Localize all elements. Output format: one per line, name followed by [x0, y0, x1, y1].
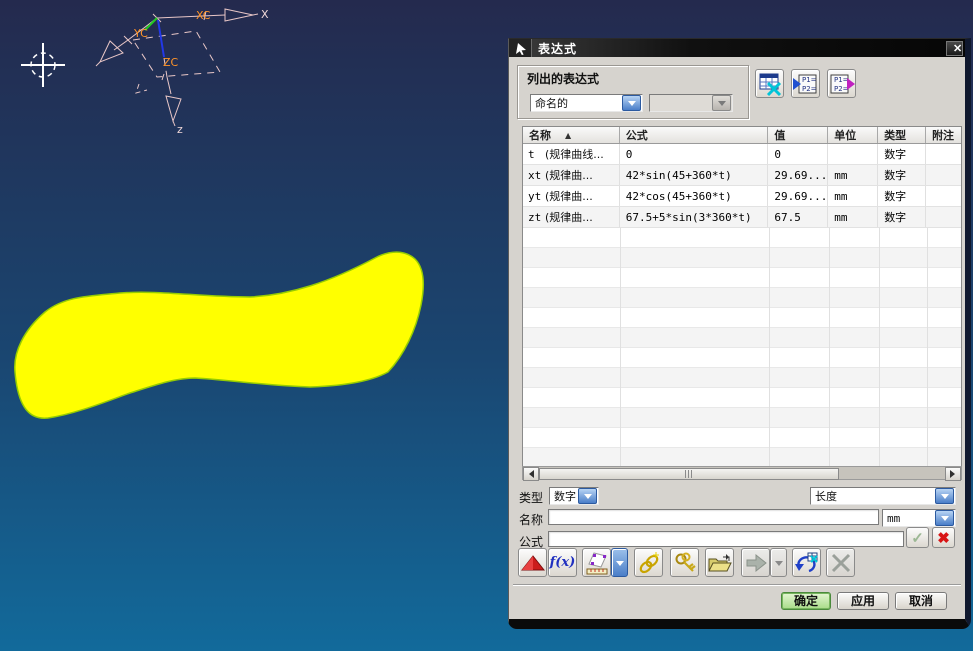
svg-text:P1=: P1= — [834, 76, 849, 84]
export-expressions-button[interactable]: P1= P2= — [827, 69, 856, 98]
listed-expressions-label: 列出的表达式 — [527, 72, 600, 86]
select-arrow-icon — [515, 42, 526, 55]
secondary-filter-dropdown — [649, 94, 733, 112]
z-label: z — [177, 123, 183, 136]
function-editor-button[interactable]: f(x) — [548, 548, 577, 577]
measurement-icon — [586, 551, 607, 574]
edit-in-spreadsheet-button[interactable] — [755, 69, 784, 98]
unit-dropdown[interactable]: mm — [882, 509, 956, 527]
sort-ascending-icon[interactable]: ▲ — [565, 131, 571, 140]
table-header[interactable]: 名称 ▲ 公式 值 单位 类型 附注 — [523, 127, 961, 144]
delete-expression-button — [826, 548, 855, 577]
divider — [513, 584, 961, 586]
table-empty-area — [523, 228, 961, 472]
gray-arrow-icon — [746, 553, 767, 572]
chevron-down-icon[interactable] — [622, 95, 641, 111]
import-expressions-button[interactable]: P1= P2= — [791, 69, 820, 98]
right-arrow-icon — [950, 470, 959, 478]
apply-button[interactable]: 应用 — [837, 592, 889, 610]
open-folder-icon — [708, 553, 732, 571]
scroll-right-button[interactable] — [945, 467, 961, 481]
spreadsheet-icon — [759, 73, 781, 96]
table-row[interactable]: zt (规律曲... 67.5+5*sin(3*360*t) 67.5 mm 数字 — [523, 207, 961, 228]
chevron-down-icon — [615, 560, 624, 570]
red-triangle-icon — [520, 554, 545, 570]
chain-link-icon — [639, 551, 659, 573]
yc-label: YC — [133, 27, 148, 40]
dimension-dropdown[interactable]: 长度 — [810, 487, 956, 505]
measure-distance-button[interactable] — [582, 548, 611, 577]
ok-button[interactable]: 确定 — [781, 592, 831, 610]
expressions-dialog: 表达式 ✕ 列出的表达式 命名的 P1= P2= P1= P2= 名称 ▲ 公式… — [508, 38, 971, 629]
wcs-triad: XC YC ZC X z — [95, 8, 269, 136]
measure-options-dropdown[interactable] — [611, 548, 628, 577]
zc-label: ZC — [163, 56, 179, 69]
export-expressions-icon: P1= P2= — [830, 74, 855, 93]
gray-x-icon — [831, 553, 850, 572]
dialog-titlebar[interactable]: 表达式 ✕ — [509, 39, 965, 57]
type-label: 类型 — [519, 491, 544, 505]
close-button[interactable]: ✕ — [946, 40, 963, 56]
x-label: X — [261, 8, 269, 21]
export-options-dropdown — [770, 548, 787, 577]
xc-label: XC — [196, 9, 211, 22]
type-dropdown[interactable]: 数字 — [549, 487, 599, 505]
dialog-title: 表达式 — [538, 41, 578, 56]
delta-expression-button[interactable] — [518, 548, 547, 577]
reject-edit-button[interactable]: ✖ — [932, 527, 955, 548]
expression-filter-dropdown[interactable]: 命名的 — [530, 94, 643, 112]
table-row[interactable]: t (规律曲线... 0 0 数字 — [523, 144, 961, 165]
refresh-from-spreadsheet-button[interactable] — [792, 548, 821, 577]
nx-viewport: XC YC ZC X z 表达式 ✕ 列出的表达式 命名的 P1= P2= P1… — [0, 0, 973, 651]
name-input[interactable] — [548, 509, 879, 525]
red-cross-icon: ✖ — [937, 529, 950, 547]
name-label: 名称 — [519, 513, 544, 527]
import-from-file-button[interactable] — [705, 548, 734, 577]
dialog-drag-handle[interactable] — [509, 39, 532, 57]
refresh-spreadsheet-icon — [795, 552, 818, 573]
svg-text:P2=: P2= — [802, 85, 817, 93]
table-row[interactable]: yt (规律曲... 42*cos(45+360*t) 29.69... mm 数… — [523, 186, 961, 207]
chevron-down-icon — [774, 560, 783, 570]
open-referencing-parts-button[interactable] — [670, 548, 699, 577]
create-interpart-link-button[interactable] — [634, 548, 663, 577]
check-icon: ✓ — [911, 529, 924, 547]
thumb-grip-icon — [684, 470, 694, 478]
zc-axis-segment — [157, 19, 165, 58]
table-row[interactable]: xt (规律曲... 42*sin(45+360*t) 29.69... mm 数… — [523, 165, 961, 186]
chevron-down-icon[interactable] — [935, 510, 954, 526]
horizontal-scrollbar[interactable] — [522, 466, 962, 481]
scroll-left-button[interactable] — [523, 467, 539, 481]
scrollbar-thumb[interactable] — [539, 468, 839, 480]
chevron-down-icon[interactable] — [578, 488, 597, 504]
accept-edit-button[interactable]: ✓ — [906, 527, 929, 548]
svg-text:P1=: P1= — [802, 76, 817, 84]
fx-icon: f(x) — [549, 555, 576, 570]
yellow-surface-body[interactable] — [0, 240, 450, 440]
export-to-file-button — [741, 548, 770, 577]
formula-input[interactable] — [548, 531, 904, 547]
cancel-button[interactable]: 取消 — [895, 592, 947, 610]
left-arrow-icon — [525, 470, 534, 478]
chevron-down-icon — [712, 95, 731, 111]
chevron-down-icon[interactable] — [935, 488, 954, 504]
svg-text:P2=: P2= — [834, 85, 849, 93]
keys-icon — [675, 552, 696, 572]
import-expressions-icon: P1= P2= — [793, 74, 817, 93]
expressions-table: 名称 ▲ 公式 值 单位 类型 附注 t (规律曲线... 0 0 数字 xt (规… — [522, 126, 962, 472]
